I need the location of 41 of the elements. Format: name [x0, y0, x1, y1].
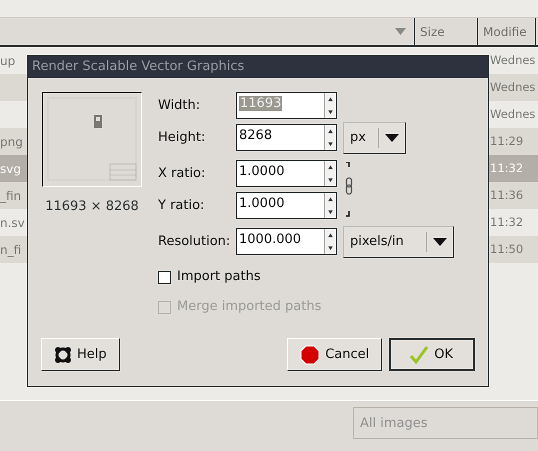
modified-cell-text: 11:50 [489, 240, 524, 258]
unit-dropdown[interactable]: px [343, 122, 406, 154]
modified-cell-text: Wednes [489, 106, 536, 123]
file-name: n.sv [0, 216, 25, 230]
field-label: X ratio: [158, 164, 206, 183]
file-name: svg [0, 162, 21, 176]
field-label: Resolution: [158, 232, 232, 251]
modified-cell-text: 11:36 [489, 186, 524, 204]
modified-cell-text: 11:32 [489, 160, 524, 177]
column-header[interactable]: Size [415, 18, 478, 45]
dialog-button[interactable]: Cancel [287, 338, 382, 371]
chain-icon[interactable] [345, 162, 353, 218]
dialog-button[interactable]: OK [389, 338, 475, 371]
checkbox-label: Merge imported paths [177, 298, 322, 316]
spin-field[interactable]: 1.0000 [236, 160, 337, 187]
check-icon [409, 344, 430, 364]
unit-dropdown[interactable]: pixels/in [343, 226, 454, 258]
field-label: Width: [158, 96, 202, 115]
modified-cell-text: 11:32 [489, 214, 524, 231]
sort-icon[interactable] [395, 28, 406, 35]
field-label: Y ratio: [158, 196, 206, 215]
field-label: Height: [158, 128, 206, 147]
stop-icon [300, 344, 320, 364]
modified-cell-text: Wednes [489, 78, 536, 96]
dialog-title: Render Scalable Vector Graphics [28, 56, 488, 78]
modified-cell-text: Wednes [489, 52, 536, 69]
size-caption: 11693 × 8268 [45, 198, 139, 216]
file-name: _fin [0, 188, 22, 202]
file-name: png [0, 134, 23, 148]
file-name: up [0, 54, 16, 68]
spin-field[interactable]: 1000.000 [236, 228, 337, 255]
checkbox-label: Import paths [177, 268, 261, 286]
caret-icon [385, 134, 399, 142]
spin-field[interactable]: 8268 [236, 124, 337, 151]
file-name: n_fi [0, 242, 22, 256]
column-header[interactable]: Modifie [478, 18, 536, 45]
dialog-button[interactable]: Help [41, 338, 120, 371]
spin-field[interactable]: 1.0000 [236, 192, 337, 219]
help-icon [54, 346, 72, 364]
modified-cell-text: 11:29 [489, 132, 524, 150]
checkbox[interactable] [158, 270, 171, 284]
